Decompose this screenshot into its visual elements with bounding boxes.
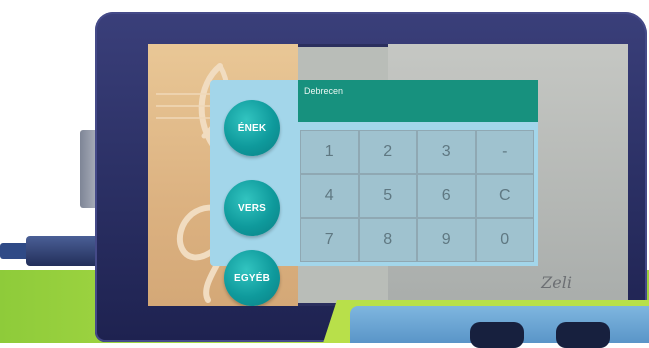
- key-2[interactable]: 2: [359, 131, 416, 173]
- display-text: Debrecen: [304, 86, 344, 96]
- key-7[interactable]: 7: [301, 219, 358, 261]
- key-6[interactable]: 6: [418, 175, 475, 217]
- key-clear[interactable]: C: [476, 175, 533, 217]
- keyboard-key[interactable]: [556, 322, 610, 348]
- egyeb-button[interactable]: EGYÉB: [224, 250, 280, 306]
- key-1[interactable]: 1: [301, 131, 358, 173]
- touchscreen: ÉNEK VERS EGYÉB Debrecen 1 2 3 - 4 5 6 C…: [148, 44, 628, 306]
- key-3[interactable]: 3: [418, 131, 475, 173]
- keyboard-key[interactable]: [470, 322, 524, 348]
- key-0[interactable]: 0: [476, 219, 533, 261]
- vers-button[interactable]: VERS: [224, 180, 280, 236]
- key-8[interactable]: 8: [359, 219, 416, 261]
- signature-logo: Zeli: [541, 273, 572, 292]
- key-4[interactable]: 4: [301, 175, 358, 217]
- enek-button[interactable]: ÉNEK: [224, 100, 280, 156]
- numeric-keypad: 1 2 3 - 4 5 6 C 7 8 9 0: [300, 130, 534, 262]
- text-display: Debrecen: [298, 80, 538, 122]
- key-9[interactable]: 9: [418, 219, 475, 261]
- key-dash[interactable]: -: [476, 131, 533, 173]
- key-5[interactable]: 5: [359, 175, 416, 217]
